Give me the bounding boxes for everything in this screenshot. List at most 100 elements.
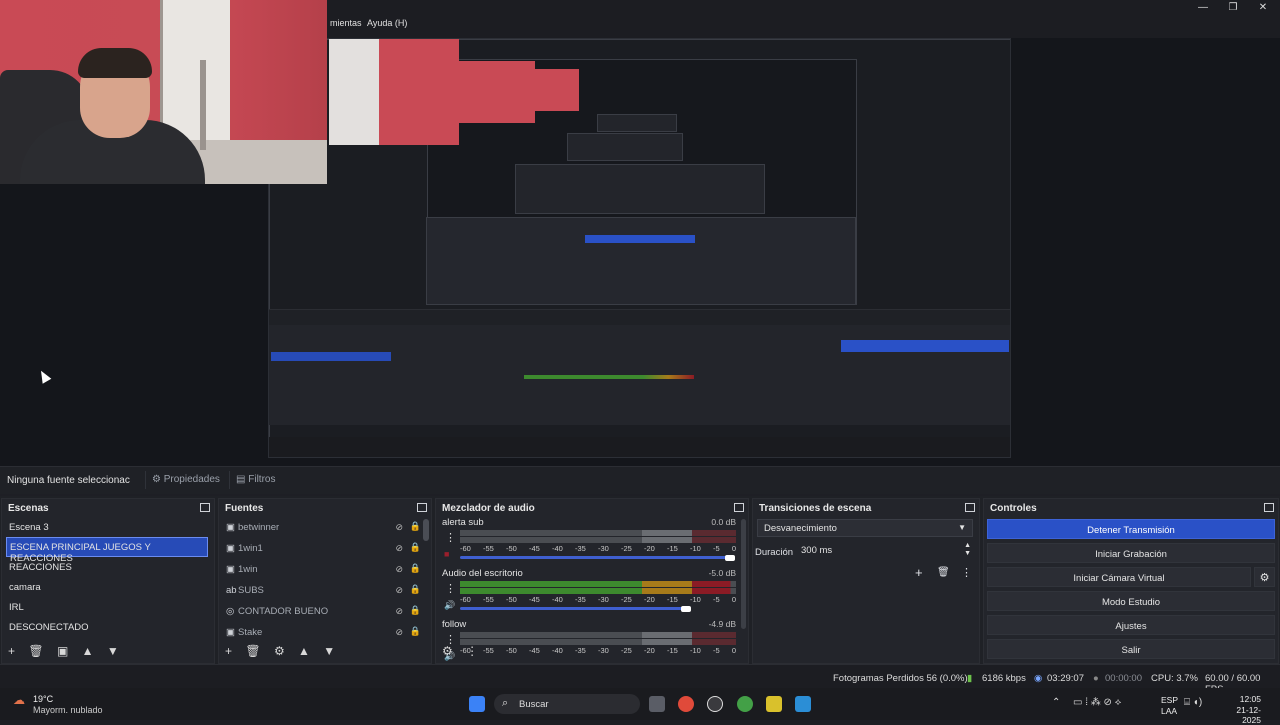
image-icon: ▣	[226, 627, 235, 638]
start-recording-button[interactable]: Iniciar Grabación	[987, 543, 1275, 563]
notepad-icon[interactable]	[795, 696, 811, 712]
mixer-channel: alerta sub 0.0 dB -60 -55 -50 -45 -40 -35 -30 -25…	[436, 517, 748, 568]
scene-item[interactable]: camara	[2, 577, 214, 597]
clock-time[interactable]: 12:05	[1221, 694, 1261, 704]
add-scene-button[interactable]: +	[8, 644, 15, 658]
mixer-scrollbar[interactable]	[741, 519, 746, 629]
add-transition-button[interactable]: +	[915, 565, 923, 580]
eye-hidden-icon[interactable]: ⊘	[395, 627, 403, 638]
taskbar-search[interactable]: ⌕ Buscar	[494, 694, 640, 714]
channel-menu-icon[interactable]: ⋮	[445, 582, 456, 595]
lock-icon[interactable]: 🔒	[410, 584, 421, 595]
source-properties-button[interactable]: ⚙	[274, 644, 285, 658]
spinner-icon[interactable]: ▲ ▼	[964, 542, 971, 558]
menu-tools[interactable]: mientas	[330, 18, 362, 28]
volume-slider[interactable]	[460, 555, 736, 561]
eye-hidden-icon[interactable]: ⊘	[395, 585, 403, 596]
move-down-button[interactable]: ▼	[323, 644, 335, 658]
gear-icon: ⚙	[152, 474, 164, 485]
scale-tick: -30	[598, 544, 609, 553]
lock-icon[interactable]: 🔒	[410, 605, 421, 616]
eye-hidden-icon[interactable]: ⊘	[395, 543, 403, 554]
channel-name: alerta sub	[442, 517, 484, 528]
menu-help[interactable]: Ayuda (H)	[367, 18, 407, 28]
eye-hidden-icon[interactable]: ⊘	[395, 522, 403, 533]
scale-tick: -10	[690, 595, 701, 604]
maximize-button[interactable]: ❐	[1218, 2, 1248, 16]
move-down-button[interactable]: ▼	[107, 644, 119, 658]
slider-handle[interactable]	[725, 555, 736, 561]
exit-button[interactable]: Salir	[987, 639, 1275, 659]
sources-toolbar: + 🗑 ⚙ ▲ ▼	[219, 641, 431, 663]
duration-label: Duración	[755, 547, 794, 558]
source-item[interactable]: ▣ betwinner ⊘ 🔒	[219, 517, 431, 538]
lock-icon[interactable]: 🔒	[410, 563, 421, 574]
minimize-button[interactable]: —	[1188, 2, 1218, 16]
scene-item[interactable]: Escena 3	[2, 517, 214, 537]
popout-icon[interactable]	[734, 503, 744, 512]
browser-icon: ◎	[226, 606, 235, 617]
windows-start-icon[interactable]	[469, 696, 485, 712]
level-meter: -60 -55 -50 -45 -40 -35 -30 -25 -20 -15 -10 -5 0	[460, 530, 736, 553]
tray-icons[interactable]: ▭ ⁞ ⁂ ⊘ ⟡	[1073, 697, 1121, 708]
chevron-up-icon[interactable]: ⌃	[1052, 697, 1060, 708]
start-virtual-camera-button[interactable]: Iniciar Cámara Virtual	[987, 567, 1251, 587]
lock-icon[interactable]: 🔒	[410, 521, 421, 532]
trash-icon[interactable]: 🗑	[937, 567, 950, 578]
slider-handle[interactable]	[681, 606, 692, 612]
more-options-icon[interactable]: ⋮	[466, 644, 478, 658]
popout-icon[interactable]	[417, 503, 427, 512]
app-icon[interactable]	[766, 696, 782, 712]
lock-icon[interactable]: 🔒	[410, 542, 421, 553]
more-options-icon[interactable]: ⋮	[961, 566, 972, 579]
lock-icon[interactable]: 🔒	[410, 626, 421, 637]
scene-item[interactable]: DESCONECTADO	[2, 617, 214, 637]
task-view-icon[interactable]	[649, 696, 665, 712]
virtual-camera-settings-gear-icon[interactable]: ⚙	[1254, 567, 1275, 587]
source-item[interactable]: ▣ 1win ⊘ 🔒	[219, 559, 431, 580]
properties-button[interactable]: ⚙ Propiedades	[145, 471, 226, 489]
remove-scene-button[interactable]: 🗑	[28, 644, 43, 658]
popout-icon[interactable]	[965, 503, 975, 512]
stop-streaming-button[interactable]: Detener Transmisión	[987, 519, 1275, 539]
move-up-button[interactable]: ▲	[298, 644, 310, 658]
source-label: SUBS	[238, 585, 264, 596]
transition-select[interactable]: Desvanecimiento ▼	[757, 519, 973, 537]
chrome-icon[interactable]	[678, 696, 694, 712]
move-up-button[interactable]: ▲	[82, 644, 94, 658]
settings-button[interactable]: Ajustes	[987, 615, 1275, 635]
remove-source-button[interactable]: 🗑	[245, 644, 260, 658]
source-item[interactable]: ◎ CONTADOR BUENO ⊘ 🔒	[219, 601, 431, 622]
filters-button[interactable]: ▤ Filtros	[229, 471, 281, 489]
weather-temp[interactable]: 19°C	[33, 694, 53, 704]
language-code[interactable]: ESP	[1161, 695, 1178, 705]
popout-icon[interactable]	[200, 503, 210, 512]
source-item[interactable]: ▣ Stake ⊘ 🔒	[219, 622, 431, 643]
clock-date[interactable]: 21-12-2025	[1221, 705, 1261, 725]
speaker-icon[interactable]: 🔊	[444, 600, 455, 611]
studio-mode-button[interactable]: Modo Estudio	[987, 591, 1275, 611]
muted-speaker-icon[interactable]: ■	[444, 549, 449, 559]
scene-filters-button[interactable]: ▣	[57, 644, 68, 658]
popout-icon[interactable]	[1264, 503, 1274, 512]
eye-hidden-icon[interactable]: ⊘	[395, 564, 403, 575]
network-volume-icons[interactable]: ⌸ ◖)	[1184, 697, 1202, 708]
chrome-profile-icon[interactable]	[737, 696, 753, 712]
duration-input[interactable]: 300 ms ▲ ▼	[795, 542, 975, 560]
obs-icon[interactable]	[707, 696, 723, 712]
eye-hidden-icon[interactable]: ⊘	[395, 606, 403, 617]
source-item[interactable]: abSUBS ⊘ 🔒	[219, 580, 431, 601]
controls-header: Controles	[984, 499, 1278, 517]
volume-slider[interactable]	[460, 606, 736, 612]
advanced-audio-icon[interactable]: ⚙	[442, 644, 453, 658]
stream-icon: ◉	[1034, 673, 1043, 684]
keyboard-layout[interactable]: LAA	[1161, 706, 1177, 716]
scene-item[interactable]: IRL	[2, 597, 214, 617]
scrollbar[interactable]	[423, 519, 429, 541]
weather-desc[interactable]: Mayorm. nublado	[33, 705, 103, 715]
close-button[interactable]: ✕	[1248, 2, 1278, 16]
scene-item-selected[interactable]: ESCENA PRINCIPAL JUEGOS Y REACCIONES	[6, 537, 208, 564]
source-item[interactable]: ▣ 1win1 ⊘ 🔒	[219, 538, 431, 559]
channel-menu-icon[interactable]: ⋮	[445, 531, 456, 544]
add-source-button[interactable]: +	[225, 644, 232, 658]
